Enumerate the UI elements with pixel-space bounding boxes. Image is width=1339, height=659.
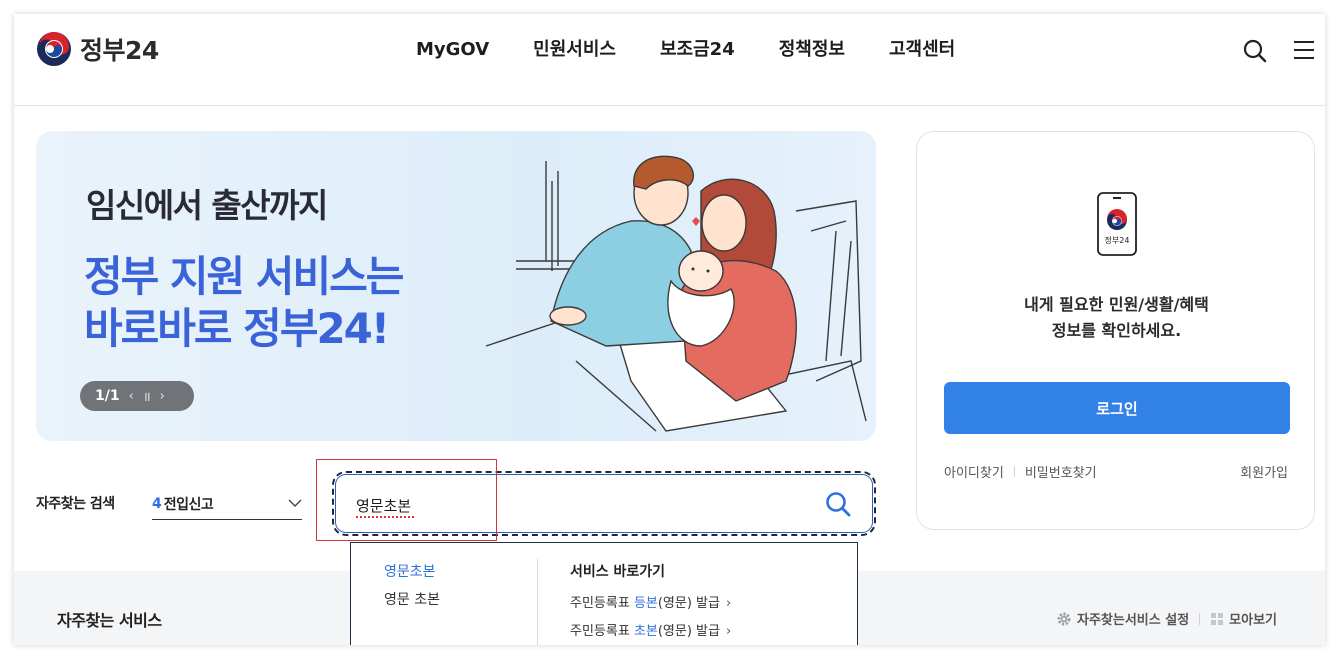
view-all-button[interactable]: 모아보기	[1210, 609, 1277, 628]
main-nav: MyGOV 민원서비스 보조금24 정책정보 고객센터	[394, 36, 977, 64]
login-card: 정부24 내게 필요한 민원/생활/혜택 정보를 확인하세요. 로그인 아이디찾…	[916, 131, 1315, 530]
login-message-line1: 내게 필요한 민원/생활/혜택	[1024, 295, 1209, 314]
page-frame: 정부24 MyGOV 민원서비스 보조금24 정책정보 고객센터 임신에서 출산…	[14, 14, 1325, 645]
gear-icon	[1057, 612, 1071, 625]
banner-headline-line2: 바로바로 정부24!	[84, 304, 390, 353]
banner-headline-line1: 정부 지원 서비스는	[84, 252, 404, 301]
main-search-box	[332, 471, 876, 536]
find-id-link[interactable]: 아이디찾기	[944, 462, 1004, 481]
banner-pause-button[interactable]: ॥	[143, 387, 151, 405]
service-shortcuts-title: 서비스 바로가기	[570, 564, 666, 580]
popular-search-rank: 4	[152, 495, 162, 512]
link-highlight: 초본	[633, 624, 658, 639]
banner-pager: 1/1 ‹ ॥ ›	[80, 381, 194, 411]
popular-search-select[interactable]: 4 전입신고	[152, 488, 302, 520]
login-message-line2: 정보를 확인하세요.	[1051, 321, 1182, 340]
grid-icon	[1211, 612, 1224, 625]
logo-text: 정부24	[80, 36, 159, 65]
chevron-right-icon: ›	[725, 596, 732, 611]
login-button[interactable]: 로그인	[944, 382, 1290, 434]
service-shortcuts: 서비스 바로가기 주민등록표 등본(영문) 발급 › 주민등록표 초본(영문) 발…	[570, 561, 731, 645]
frequent-services-title: 자주찾는 서비스	[57, 611, 162, 630]
login-links: 아이디찾기 비밀번호찾기	[944, 462, 1097, 481]
suggestion-list: 영문초본 영문 초본	[384, 561, 440, 609]
banner-prev-button[interactable]: ‹	[129, 389, 134, 404]
nav-item-policy[interactable]: 정책정보	[757, 36, 867, 64]
popular-search-value: 전입신고	[163, 496, 214, 513]
service-shortcut-link-chobon[interactable]: 주민등록표 초본(영문) 발급 ›	[570, 620, 731, 639]
find-password-link[interactable]: 비밀번호찾기	[1025, 462, 1097, 481]
search-submit-icon[interactable]	[824, 490, 852, 518]
settings-label: 자주찾는서비스 설정	[1076, 613, 1190, 628]
view-all-label: 모아보기	[1229, 613, 1277, 628]
link-prefix: 주민등록표	[570, 596, 634, 611]
nav-item-civil-service[interactable]: 민원서비스	[511, 36, 638, 64]
divider	[537, 559, 538, 645]
suggestion-item[interactable]: 영문 초본	[384, 589, 440, 609]
chevron-right-icon: ›	[725, 624, 732, 639]
hamburger-menu-icon[interactable]	[1292, 39, 1316, 61]
family-illustration	[485, 155, 867, 432]
link-highlight: 등본	[633, 596, 658, 611]
banner-page-count: 1/1	[95, 388, 120, 404]
login-message: 내게 필요한 민원/생활/혜택 정보를 확인하세요.	[917, 292, 1316, 344]
link-suffix: (영문) 발급	[657, 596, 720, 611]
spellcheck-underline	[356, 515, 414, 518]
phone-app-icon: 정부24	[1097, 192, 1137, 256]
frequent-services-settings-button[interactable]: 자주찾는서비스 설정	[1056, 609, 1189, 628]
suggestion-item[interactable]: 영문초본	[384, 561, 440, 581]
divider	[1013, 466, 1015, 477]
nav-item-mygov[interactable]: MyGOV	[394, 36, 511, 64]
frequent-services-tools: 자주찾는서비스 설정 모아보기	[1056, 609, 1277, 628]
link-suffix: (영문) 발급	[657, 624, 720, 639]
search-autocomplete-dropdown: 영문초본 영문 초본 서비스 바로가기 주민등록표 등본(영문) 발급 › 주민등…	[350, 542, 858, 645]
taegeuk-logo-icon	[37, 32, 71, 66]
main-banner[interactable]: 임신에서 출산까지 정부 지원 서비스는 바로바로 정부24! 1/1 ‹ ॥ …	[36, 131, 876, 441]
divider	[1199, 612, 1201, 625]
chevron-down-icon	[288, 499, 302, 507]
link-prefix: 주민등록표	[570, 624, 634, 639]
nav-item-subsidy[interactable]: 보조금24	[638, 36, 757, 64]
banner-headline: 정부 지원 서비스는 바로바로 정부24!	[84, 251, 404, 355]
site-logo[interactable]: 정부24	[36, 31, 159, 67]
search-icon[interactable]	[1242, 38, 1268, 64]
nav-item-customer-center[interactable]: 고객센터	[867, 36, 977, 64]
phone-app-label: 정부24	[1105, 235, 1130, 245]
site-header: 정부24 MyGOV 민원서비스 보조금24 정책정보 고객센터	[14, 14, 1325, 106]
popular-search-label: 자주찾는 검색	[36, 496, 115, 512]
banner-next-button[interactable]: ›	[160, 389, 165, 404]
service-shortcut-link-deungbon[interactable]: 주민등록표 등본(영문) 발급 ›	[570, 592, 731, 611]
signup-link[interactable]: 회원가입	[1240, 462, 1288, 481]
banner-subtitle: 임신에서 출산까지	[86, 186, 328, 225]
search-input[interactable]	[356, 493, 776, 517]
